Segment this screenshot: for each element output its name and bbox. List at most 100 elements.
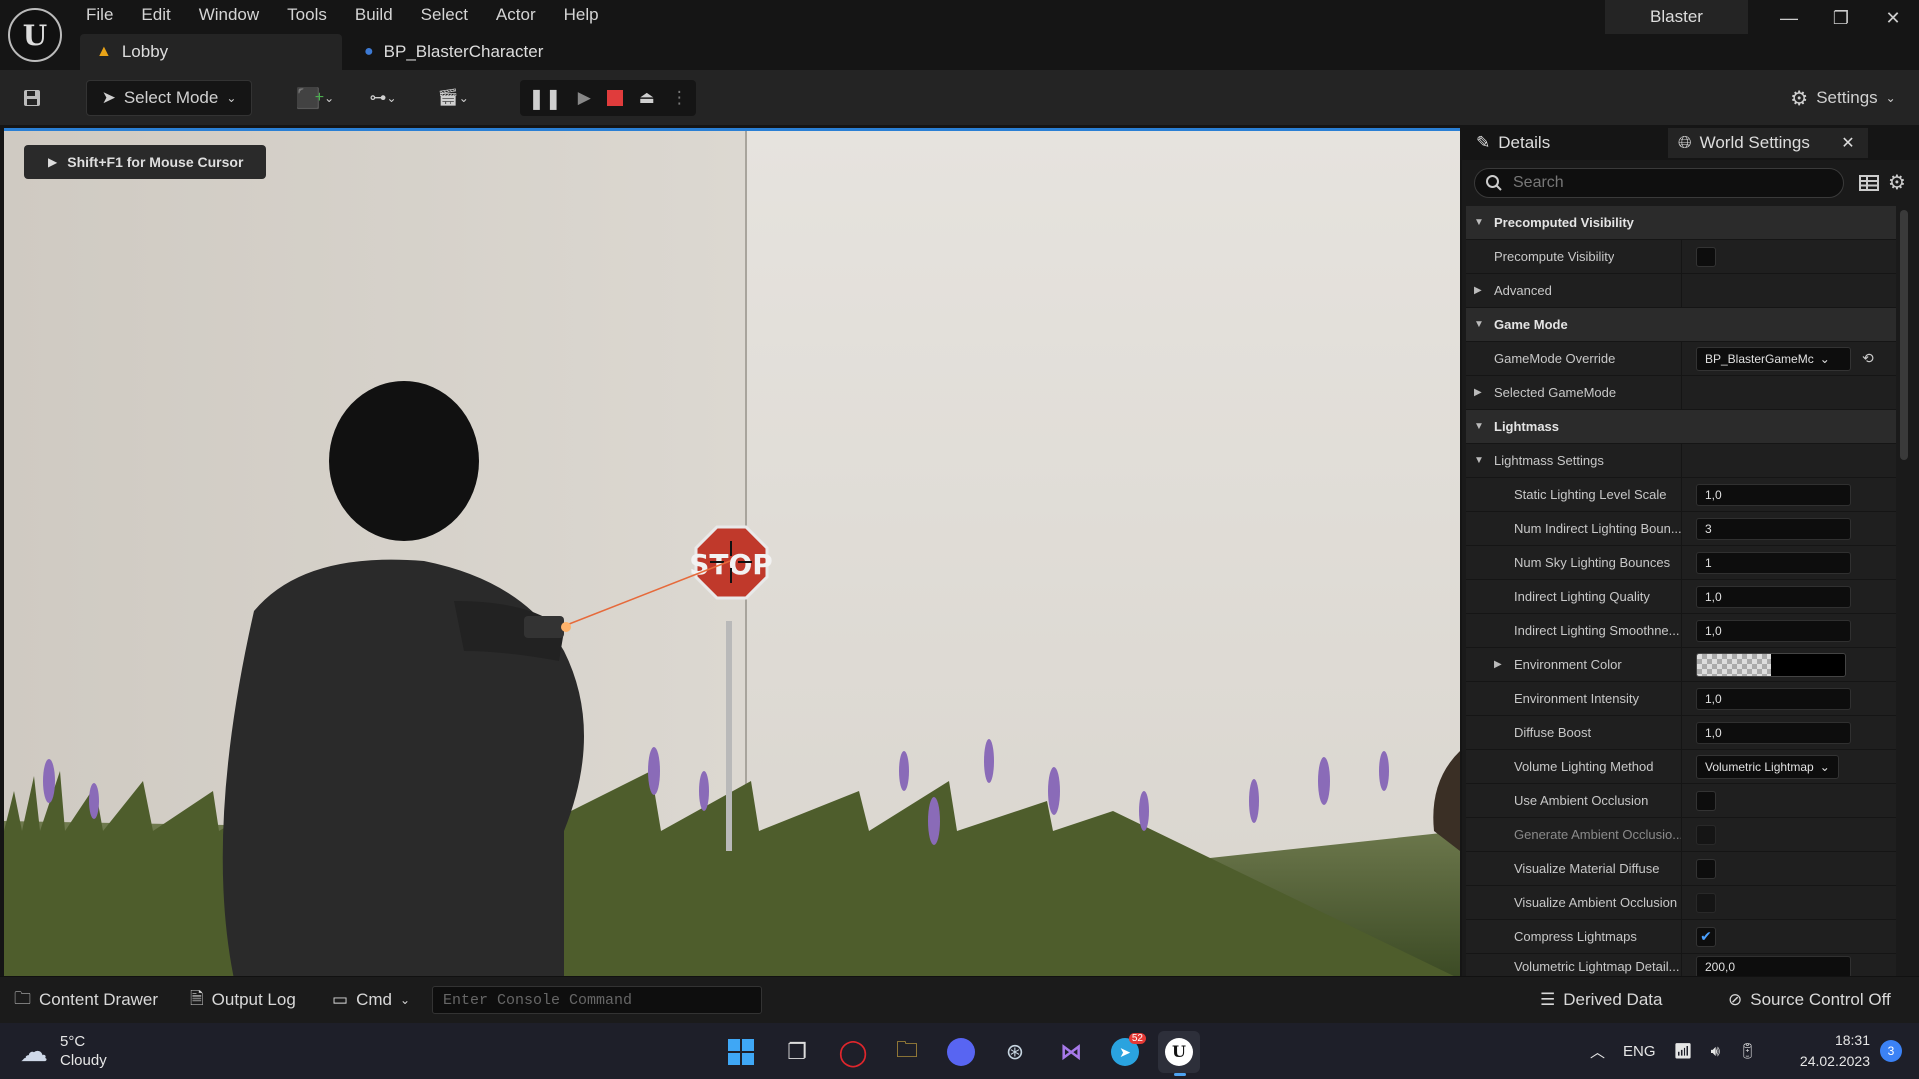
windows-start-icon[interactable] <box>720 1031 762 1073</box>
category-lightmass[interactable]: ▼ Lightmass <box>1466 410 1896 444</box>
derived-data-button[interactable]: ☰ Derived Data <box>1530 982 1672 1018</box>
steam-icon[interactable]: ⊛ <box>994 1031 1036 1073</box>
restore-button[interactable]: ❐ <box>1816 2 1866 34</box>
search-input[interactable] <box>1513 174 1813 192</box>
volume-lighting-dropdown[interactable]: Volumetric Lightmap ⌄ <box>1696 754 1839 779</box>
minimize-button[interactable]: — <box>1764 2 1814 34</box>
number-field[interactable]: 1,0 <box>1696 483 1851 506</box>
row-label: Precompute Visibility <box>1494 249 1615 264</box>
number-field[interactable]: 1,0 <box>1696 721 1851 744</box>
console-command-input[interactable] <box>432 986 762 1014</box>
select-mode-dropdown[interactable]: ➤ Select Mode ⌄ <box>86 80 252 116</box>
expand-arrow-icon: ▼ <box>1474 455 1484 466</box>
menu-help[interactable]: Help <box>550 5 613 25</box>
group-lightmass-settings[interactable]: ▼ Lightmass Settings <box>1466 444 1896 478</box>
content-drawer-button[interactable]: 🗀 Content Drawer <box>4 982 168 1018</box>
prop-compress-lightmaps: Compress Lightmaps ✔ <box>1466 920 1896 954</box>
weather-widget[interactable]: ☁ 5°C Cloudy <box>20 1030 107 1072</box>
stop-icon[interactable] <box>606 90 623 106</box>
menu-select[interactable]: Select <box>407 5 482 25</box>
cmd-dropdown[interactable]: ▭ Cmd ⌄ <box>322 982 420 1018</box>
menu-file[interactable]: File <box>72 5 127 25</box>
file-explorer-icon[interactable]: 🗀 <box>886 1031 928 1073</box>
close-window-button[interactable]: ✕ <box>1868 2 1918 34</box>
more-options-icon[interactable]: ⋮ <box>671 88 688 108</box>
group-advanced[interactable]: ▶ Advanced <box>1466 274 1896 308</box>
battery-icon[interactable]: 🔋︎ <box>1738 1042 1757 1060</box>
gamemode-dropdown[interactable]: BP_BlasterGameMc ⌄ <box>1696 346 1851 371</box>
row-label: Compress Lightmaps <box>1514 929 1637 944</box>
notification-badge[interactable]: 3 <box>1880 1040 1902 1062</box>
expand-arrow-icon[interactable]: ▶ <box>1494 659 1508 670</box>
task-view-icon[interactable]: ❐ <box>776 1031 818 1073</box>
active-app-indicator <box>1174 1073 1186 1076</box>
checkbox[interactable] <box>1696 892 1716 913</box>
add-actor-button[interactable]: ⬛ + ⌄ <box>290 80 340 116</box>
chevron-down-icon: ⌄ <box>386 91 397 105</box>
gear-icon[interactable]: ⚙ <box>1888 170 1912 196</box>
output-log-button[interactable]: 🗎 Output Log <box>180 982 306 1018</box>
checkbox-checked[interactable]: ✔ <box>1696 926 1716 947</box>
checkbox[interactable] <box>1696 824 1716 845</box>
volume-icon[interactable]: 🔊︎ <box>1711 1043 1720 1060</box>
number-field[interactable]: 200,0 <box>1696 955 1851 978</box>
database-icon: ☰ <box>1540 990 1556 1009</box>
discord-icon[interactable] <box>940 1031 982 1073</box>
number-field[interactable]: 1,0 <box>1696 585 1851 608</box>
menu-edit[interactable]: Edit <box>127 5 184 25</box>
telegram-icon[interactable]: ➤ 52 <box>1104 1031 1146 1073</box>
number-field[interactable]: 3 <box>1696 517 1851 540</box>
unreal-logo-icon[interactable]: U <box>8 8 62 62</box>
settings-button[interactable]: ⚙ Settings ⌄ <box>1778 80 1908 116</box>
number-field[interactable]: 1,0 <box>1696 687 1851 710</box>
browse-reset-icon[interactable]: ⟲ <box>1862 350 1874 367</box>
close-tab-icon[interactable]: ✕ <box>1836 128 1860 158</box>
save-button[interactable] <box>16 80 48 116</box>
menu-build[interactable]: Build <box>341 5 407 25</box>
prop-indirect-lighting-smoothness: Indirect Lighting Smoothne... 1,0 <box>1466 614 1896 648</box>
number-field[interactable]: 1,0 <box>1696 619 1851 642</box>
unreal-engine-icon[interactable]: U <box>1158 1031 1200 1073</box>
prop-environment-intensity: Environment Intensity 1,0 <box>1466 682 1896 716</box>
group-selected-gamemode[interactable]: ▶ Selected GameMode <box>1466 376 1896 410</box>
tab-lobby[interactable]: ▲ Lobby <box>80 34 342 70</box>
number-field[interactable]: 1 <box>1696 551 1851 574</box>
clock[interactable]: 18:31 24.02.2023 <box>1780 1030 1870 1072</box>
tab-label: World Settings <box>1699 133 1810 152</box>
category-game-mode[interactable]: ▼ Game Mode <box>1466 308 1896 342</box>
mouse-cursor-hint: ▶ Shift+F1 for Mouse Cursor <box>24 145 266 179</box>
expand-arrow-icon: ▼ <box>1474 217 1484 228</box>
tab-bp-blaster-character[interactable]: ● BP_BlasterCharacter <box>348 34 608 70</box>
level-viewport[interactable]: STOP <box>4 128 1460 976</box>
row-label: Environment Color <box>1514 657 1622 672</box>
row-label: Indirect Lighting Quality <box>1514 589 1650 604</box>
blueprint-menu-button[interactable]: ⊶ ⌄ <box>358 80 408 116</box>
folder-icon: 🗀 <box>14 988 31 1008</box>
category-precomputed-visibility[interactable]: ▼ Precomputed Visibility <box>1466 206 1896 240</box>
row-label: Volumetric Lightmap Detail... <box>1514 959 1680 974</box>
tray-overflow-icon[interactable]: ︿ <box>1590 1041 1605 1062</box>
checkbox[interactable] <box>1696 858 1716 879</box>
pause-icon[interactable]: ❚❚ <box>528 86 562 111</box>
eject-icon[interactable]: ⏏ <box>639 88 655 108</box>
tab-label: Details <box>1498 133 1551 152</box>
cinematics-button[interactable]: 🎬︎ ⌄ <box>428 80 478 116</box>
table-view-icon[interactable] <box>1858 170 1880 196</box>
visual-studio-icon[interactable]: ⋈ <box>1050 1031 1092 1073</box>
menu-window[interactable]: Window <box>185 5 273 25</box>
tab-details[interactable]: ✎ Details <box>1466 128 1666 158</box>
details-scrollbar[interactable] <box>1900 210 1908 460</box>
checkbox[interactable] <box>1696 246 1716 267</box>
prop-num-indirect-lighting-bounces: Num Indirect Lighting Boun... 3 <box>1466 512 1896 546</box>
prop-use-ambient-occlusion: Use Ambient Occlusion <box>1466 784 1896 818</box>
language-indicator[interactable]: ENG <box>1623 1043 1656 1060</box>
source-control-button[interactable]: ⊘ Source Control Off <box>1718 982 1901 1018</box>
wifi-icon[interactable]: 📶︎ <box>1674 1042 1693 1060</box>
menu-tools[interactable]: Tools <box>273 5 341 25</box>
menu-actor[interactable]: Actor <box>482 5 550 25</box>
opera-icon[interactable]: ◯ <box>832 1031 874 1073</box>
checkbox[interactable] <box>1696 790 1716 811</box>
row-label: Diffuse Boost <box>1514 725 1592 740</box>
step-icon[interactable]: ▶ <box>578 88 591 108</box>
color-swatch[interactable] <box>1696 652 1846 677</box>
